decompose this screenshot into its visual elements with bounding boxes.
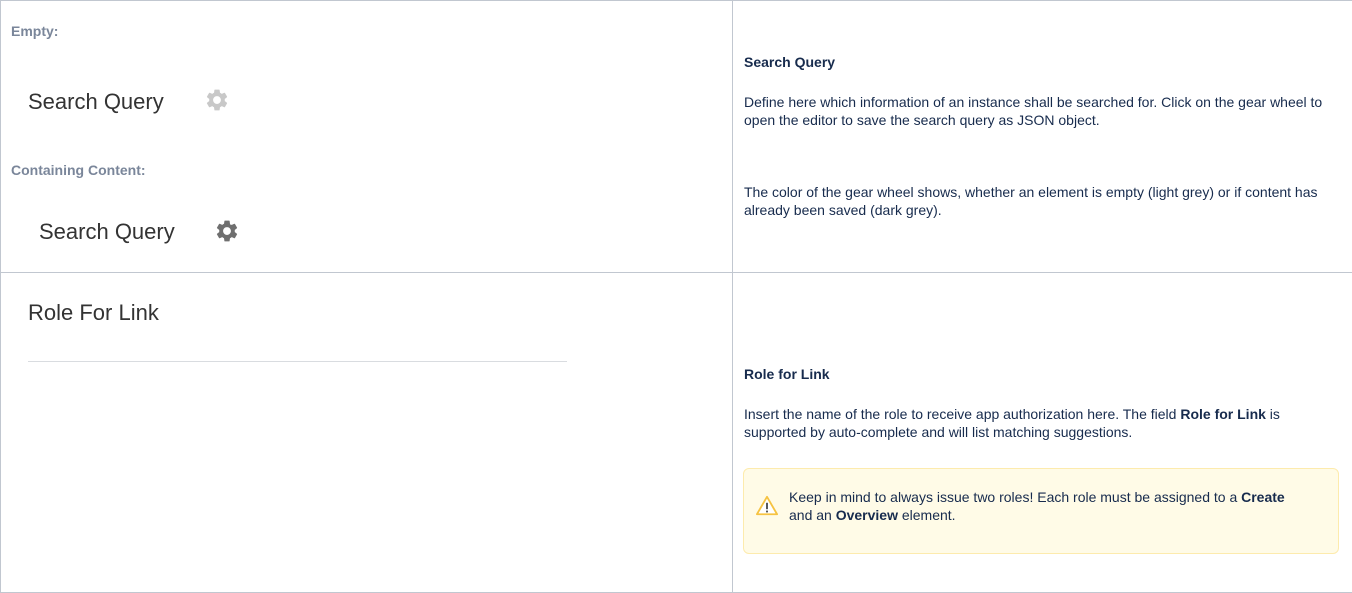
search-query-label-filled: Search Query [39,219,175,245]
ui-example-cell: Empty: Search Query Containing Content: … [1,1,733,273]
warning-panel: Keep in mind to always issue two roles! … [743,468,1339,554]
documentation-table: Empty: Search Query Containing Content: … [0,0,1352,593]
description-cell: Role for Link Insert the name of the rol… [733,273,1352,593]
warning-text-part: element. [898,507,956,523]
warning-text: Keep in mind to always issue two roles! … [789,488,1309,524]
gear-filled-svg [214,218,240,244]
search-query-heading: Search Query [744,53,1334,71]
gear-empty-svg [204,87,230,113]
role-for-link-label: Role For Link [28,300,159,326]
warning-bold-create: Create [1241,489,1285,505]
search-query-description: Define here which information of an inst… [744,93,1334,129]
warning-icon [756,495,778,517]
description-bold: Role for Link [1180,406,1266,422]
role-for-link-description: Insert the name of the role to receive a… [744,405,1334,441]
table-row: Empty: Search Query Containing Content: … [1,1,1352,273]
role-for-link-input[interactable] [28,361,567,362]
table-row: Role For Link Role for Link Insert the n… [1,273,1352,593]
warning-text-part: and an [789,507,836,523]
warning-text-part: Keep in mind to always issue two roles! … [789,489,1241,505]
role-for-link-heading: Role for Link [744,365,1334,383]
description-cell: Search Query Define here which informati… [733,1,1352,273]
warning-bold-overview: Overview [836,507,898,523]
ui-example-cell: Role For Link [1,273,733,593]
description-text: Insert the name of the role to receive a… [744,406,1180,422]
empty-note: Empty: [11,23,58,39]
containing-content-note: Containing Content: [11,162,146,178]
gear-color-description: The color of the gear wheel shows, wheth… [744,183,1334,219]
search-query-label-empty: Search Query [28,89,164,115]
